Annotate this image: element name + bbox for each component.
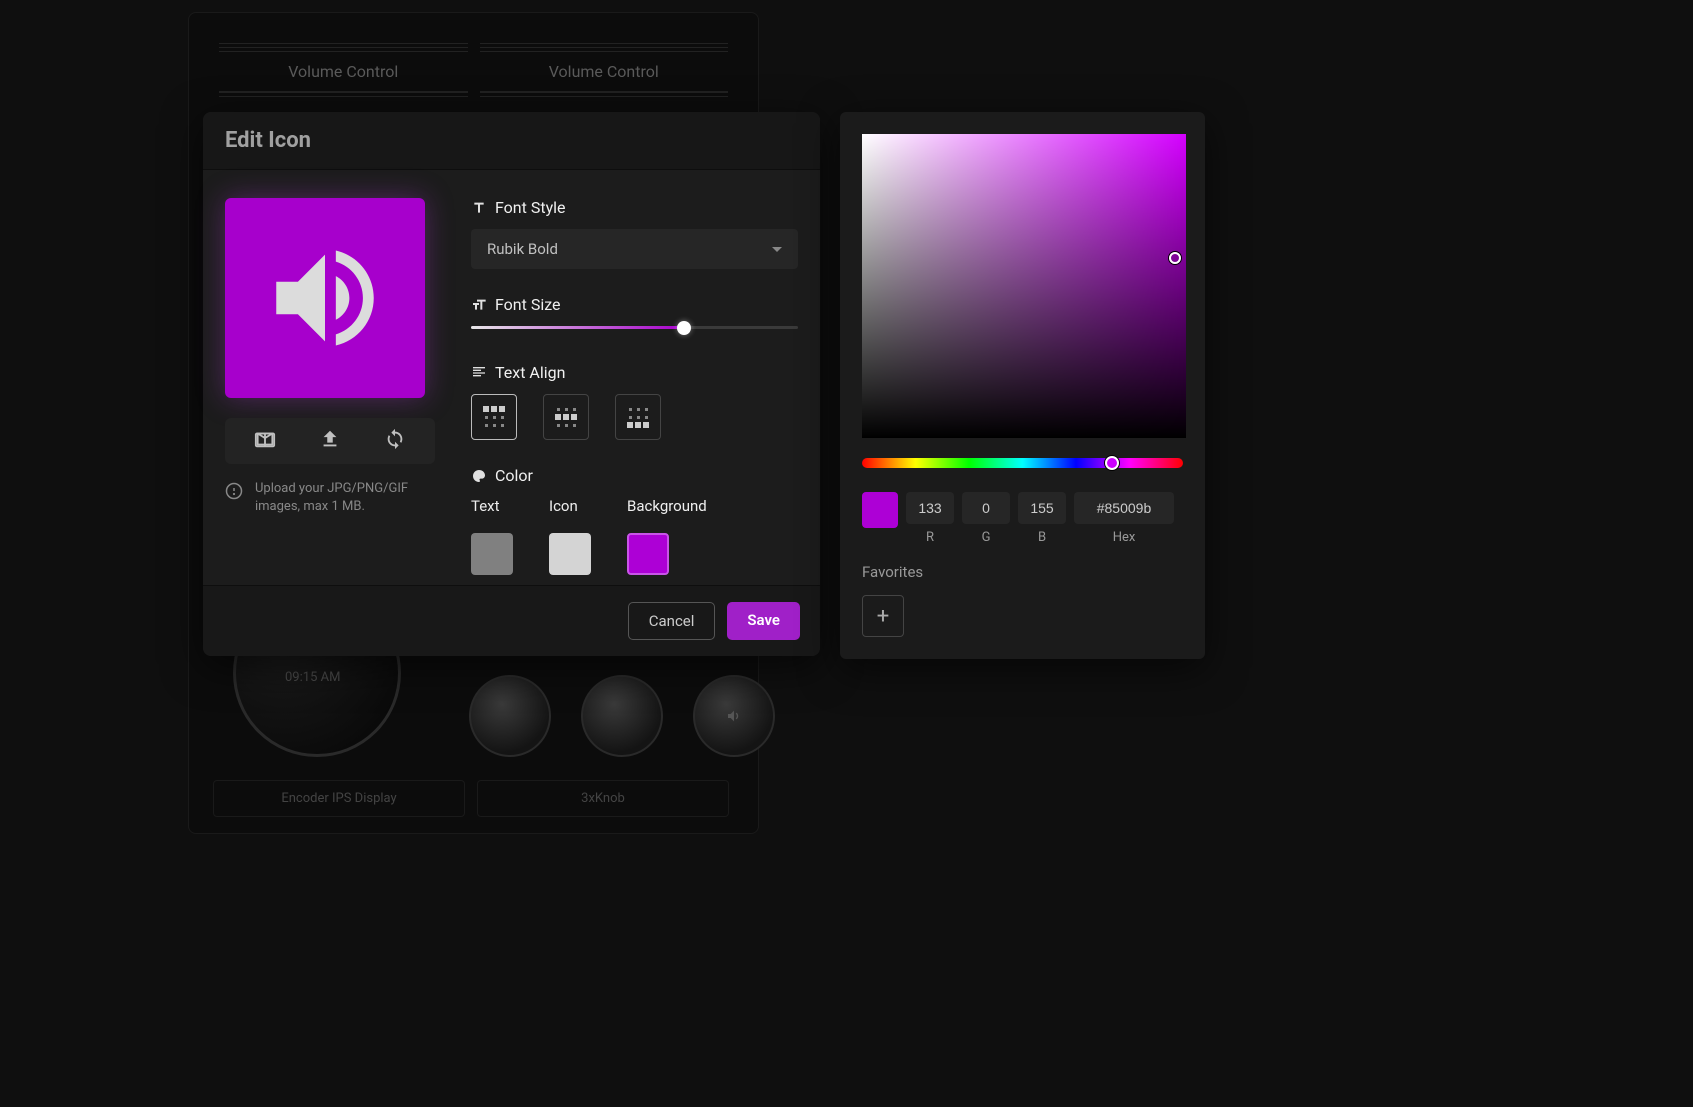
save-button[interactable]: Save <box>727 602 800 640</box>
hue-cursor[interactable] <box>1105 456 1119 470</box>
background-color-swatch[interactable] <box>627 533 669 575</box>
reset-button[interactable] <box>375 428 415 454</box>
align-icon <box>471 365 487 381</box>
font-size-slider[interactable] <box>471 326 798 329</box>
color-bg-label: Background <box>627 497 707 515</box>
font-style-value: Rubik Bold <box>487 240 558 258</box>
align-bottom-button[interactable] <box>615 394 661 440</box>
color-label: Color <box>471 466 798 485</box>
text-icon <box>471 200 487 216</box>
hue-slider[interactable] <box>862 458 1183 468</box>
current-color-swatch <box>862 492 898 528</box>
bg-caption: 3xKnob <box>477 780 729 817</box>
dialog-title: Edit Icon <box>225 128 798 153</box>
font-size-label: Font Size <box>471 295 798 314</box>
knob[interactable] <box>469 675 551 757</box>
upload-hint: Upload your JPG/PNG/GIF images, max 1 MB… <box>225 480 435 516</box>
sv-cursor[interactable] <box>1169 252 1181 264</box>
bg-card-title: Volume Control <box>219 51 468 92</box>
text-align-label: Text Align <box>471 363 798 382</box>
font-style-select[interactable]: Rubik Bold <box>471 229 798 269</box>
chevron-down-icon <box>772 247 782 252</box>
b-label: B <box>1038 530 1046 545</box>
volume-icon <box>260 233 390 363</box>
info-icon <box>225 482 243 500</box>
hex-label: Hex <box>1113 530 1136 545</box>
bg-card-title: Volume Control <box>480 51 729 92</box>
encoder-time: 09:15 AM <box>285 670 340 685</box>
align-middle-button[interactable] <box>543 394 589 440</box>
add-favorite-button[interactable]: + <box>862 595 904 637</box>
bg-caption: Encoder IPS Display <box>213 780 465 817</box>
saturation-value-box[interactable] <box>862 134 1186 438</box>
knob[interactable] <box>581 675 663 757</box>
slider-thumb[interactable] <box>677 321 691 335</box>
upload-hint-text: Upload your JPG/PNG/GIF images, max 1 MB… <box>255 480 435 516</box>
font-style-label: Font Style <box>471 198 798 217</box>
bg-card: Volume Control <box>219 43 468 100</box>
upload-button[interactable] <box>310 428 350 454</box>
icon-preview <box>225 198 425 398</box>
dialog-header: Edit Icon <box>203 112 820 170</box>
library-button[interactable] <box>245 428 285 454</box>
color-text-label: Text <box>471 497 513 515</box>
g-label: G <box>982 530 991 545</box>
align-top-button[interactable] <box>471 394 517 440</box>
knob-row <box>469 675 775 757</box>
color-picker-panel: R G B Hex Favorites + <box>840 112 1205 659</box>
favorites-label: Favorites <box>862 563 1183 581</box>
preview-actions <box>225 418 435 464</box>
color-icon <box>471 468 487 484</box>
knob[interactable] <box>693 675 775 757</box>
hex-input[interactable] <box>1074 492 1174 524</box>
color-icon-label: Icon <box>549 497 591 515</box>
bg-card: Volume Control <box>480 43 729 100</box>
cancel-button[interactable]: Cancel <box>628 602 716 640</box>
icon-color-swatch[interactable] <box>549 533 591 575</box>
edit-icon-dialog: Edit Icon Upload your <box>203 112 820 656</box>
r-input[interactable] <box>906 492 954 524</box>
r-label: R <box>926 530 934 545</box>
g-input[interactable] <box>962 492 1010 524</box>
text-color-swatch[interactable] <box>471 533 513 575</box>
b-input[interactable] <box>1018 492 1066 524</box>
font-size-icon <box>471 297 487 313</box>
